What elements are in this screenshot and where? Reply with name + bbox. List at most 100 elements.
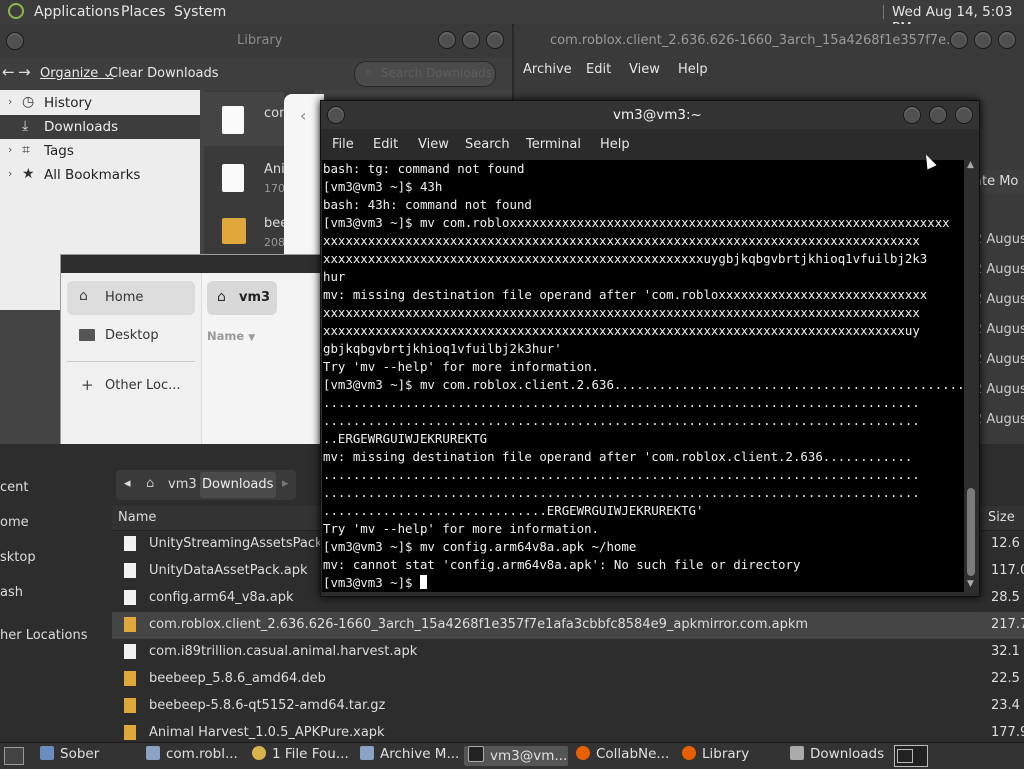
archive-icon [360, 746, 374, 760]
download-entry[interactable]: bee 208 [204, 206, 288, 254]
chevron-right-icon[interactable]: ▸ [282, 476, 289, 491]
download-entry[interactable]: Ani 170 [204, 150, 285, 204]
path-crumb-vm3[interactable]: ⌂ vm3 [207, 281, 277, 315]
scrollbar-thumb[interactable] [967, 488, 975, 576]
terminal-menu-file[interactable]: File [332, 137, 354, 152]
files-window: ⌂ Home Desktop + Other Loc... ⌂ vm3 Name… [60, 254, 324, 448]
place-other-locations[interactable]: + Other Loc... [67, 369, 195, 403]
scroll-down-icon[interactable]: ▼ [967, 579, 974, 589]
workspace-preview [897, 749, 913, 763]
file-name: UnityDataAssetPack.apk [149, 563, 308, 578]
files-headerbar [61, 255, 323, 273]
show-desktop-button[interactable] [4, 747, 24, 765]
close-button[interactable] [955, 106, 973, 124]
expand-arrow-icon[interactable]: › [8, 167, 12, 180]
search-downloads-field[interactable]: ⌕ Search Downloads [354, 61, 496, 87]
task-search[interactable]: 1 File Fou... [252, 746, 349, 766]
minimize-button[interactable] [950, 31, 968, 49]
scroll-up-icon[interactable]: ▲ [967, 160, 974, 170]
close-button[interactable] [998, 31, 1016, 49]
clear-downloads-button[interactable]: Clear Downloads [109, 66, 219, 81]
home-icon: ⌂ [146, 476, 155, 491]
task-downloads[interactable]: Downloads [790, 746, 884, 766]
file-row[interactable]: com.roblox.client_2.636.626-1660_3arch_1… [112, 612, 1024, 639]
terminal-output[interactable]: bash: tg: command not found [vm3@vm3 ~]$… [322, 160, 964, 592]
forward-arrow-icon[interactable]: → [18, 63, 31, 81]
maximize-button[interactable] [929, 106, 947, 124]
crumb-vm3[interactable]: ⌂ vm3 [144, 474, 198, 496]
window-menu-button[interactable] [327, 106, 345, 124]
terminal-menu-help[interactable]: Help [600, 137, 630, 152]
file-size: 22.5 M [991, 671, 1024, 686]
chevron-left-icon[interactable]: ‹ [300, 106, 306, 125]
maximize-button[interactable] [462, 31, 480, 49]
crumb-downloads[interactable]: Downloads [200, 472, 276, 498]
sidebar-item-history[interactable]: › ◷ History [0, 91, 200, 115]
place-recent[interactable]: cent [0, 480, 28, 495]
archive-menu-edit[interactable]: Edit [586, 62, 611, 77]
document-icon [124, 536, 136, 551]
menu-applications[interactable]: Applications [34, 4, 120, 20]
archive-menu-help[interactable]: Help [678, 62, 708, 77]
expand-arrow-icon[interactable]: › [8, 143, 12, 156]
task-archive-manager[interactable]: Archive M... [360, 746, 459, 766]
sidebar-item-downloads[interactable]: ⤓ Downloads [0, 115, 200, 139]
back-arrow-icon[interactable]: ← [2, 63, 15, 81]
minimize-button[interactable] [903, 106, 921, 124]
file-row[interactable]: beebeep-5.8.6-qt5152-amd64.tar.gz 23.4 M [112, 693, 1024, 720]
terminal-menu-search[interactable]: Search [465, 137, 510, 152]
plus-icon: + [81, 376, 94, 394]
workspace-switcher[interactable] [894, 745, 928, 767]
task-collabnet[interactable]: CollabNe... [576, 746, 669, 766]
organize-button[interactable]: Organize ⌄ [40, 66, 113, 81]
archive-menu-view[interactable]: View [629, 62, 660, 77]
file-name: com.roblox.client_2.636.626-1660_3arch_1… [149, 617, 809, 632]
window-menu-button[interactable] [6, 32, 24, 50]
terminal-menu-view[interactable]: View [418, 137, 449, 152]
minimize-button[interactable] [438, 31, 456, 49]
file-name: beebeep_5.8.6_amd64.deb [149, 671, 326, 686]
terminal-scrollbar[interactable]: ▲ ▼ [964, 160, 978, 592]
download-entry[interactable]: com [204, 92, 292, 146]
star-icon: ★ [22, 166, 35, 182]
column-name-header[interactable]: Name [118, 510, 156, 525]
task-library[interactable]: Library [682, 746, 749, 766]
sidebar-item-all-bookmarks[interactable]: › ★ All Bookmarks [0, 163, 200, 187]
terminal-line: xxxxxxxxxxxxxxxxxxxxxxxxxxxxxxxxxxxxxxxx… [323, 305, 920, 320]
terminal-line: [vm3@vm3 ~]$ mv com.roblox.client.2.636.… [323, 377, 964, 392]
download-icon: ⤓ [22, 118, 29, 134]
date-cell: 2 Augus [974, 382, 1024, 397]
terminal-line: [vm3@vm3 ~]$ 43h [323, 179, 443, 194]
place-home[interactable]: ⌂ Home [67, 281, 195, 315]
document-icon [222, 106, 244, 134]
column-name-header[interactable]: Name ▼ [207, 329, 255, 343]
place-home[interactable]: ome [0, 515, 29, 530]
file-name: com.i89trillion.casual.animal.harvest.ap… [149, 644, 418, 659]
sidebar-item-label: All Bookmarks [44, 167, 141, 183]
terminal-menu-edit[interactable]: Edit [373, 137, 398, 152]
chevron-left-icon[interactable]: ◂ [124, 476, 131, 491]
archive-menu-archive[interactable]: Archive [523, 62, 572, 77]
file-row[interactable]: beebeep_5.8.6_amd64.deb 22.5 M [112, 666, 1024, 693]
expand-arrow-icon[interactable]: › [8, 95, 12, 108]
distro-logo-icon[interactable] [8, 3, 24, 19]
terminal-line: [vm3@vm3 ~]$ [323, 575, 420, 590]
file-size: 23.4 M [991, 698, 1024, 713]
place-label: Other Loc... [105, 378, 181, 393]
window-icon [40, 746, 54, 760]
menu-places[interactable]: Places [121, 4, 166, 20]
place-desktop[interactable]: Desktop [67, 319, 195, 353]
archive-titlebar: com.roblox.client_2.636.626-1660_3arch_1… [514, 24, 1024, 56]
terminal-menu-terminal[interactable]: Terminal [526, 137, 581, 152]
maximize-button[interactable] [974, 31, 992, 49]
menu-system[interactable]: System [174, 4, 226, 20]
file-row[interactable]: com.i89trillion.casual.animal.harvest.ap… [112, 639, 1024, 666]
terminal-line: xxxxxxxxxxxxxxxxxxxxxxxxxxxxxxxxxxxxxxxx… [323, 323, 920, 338]
task-sober[interactable]: Sober [40, 746, 99, 766]
task-terminal[interactable]: vm3@vm... [464, 746, 568, 766]
sidebar-item-tags[interactable]: › ⌗ Tags [0, 139, 200, 163]
column-size-header[interactable]: Size [988, 510, 1015, 525]
terminal-line: mv: missing destination file operand aft… [323, 287, 928, 302]
task-roblox-archive[interactable]: com.robl... [146, 746, 238, 766]
close-button[interactable] [486, 31, 504, 49]
